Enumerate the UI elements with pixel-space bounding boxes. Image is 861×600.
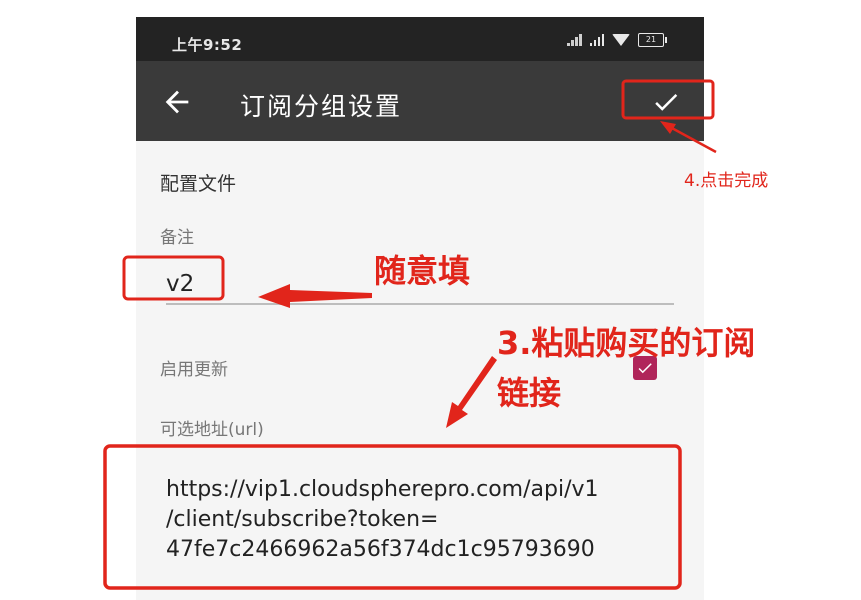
annotation-fill-any: 随意填: [374, 252, 471, 290]
phone-screen: 上午9:52 21 订阅分组设置 配置文件 备注 v2 启用更新 可选地址(ur…: [136, 17, 704, 600]
wifi-icon: [612, 34, 630, 46]
battery-icon: 21: [638, 33, 667, 47]
section-title: 配置文件: [160, 173, 237, 195]
remark-label: 备注: [160, 228, 194, 248]
status-icons: 21: [567, 32, 667, 48]
status-bar: 上午9:52 21: [136, 17, 704, 61]
signal-icon: [589, 34, 604, 46]
app-toolbar: 订阅分组设置: [136, 61, 704, 141]
page-title: 订阅分组设置: [240, 92, 403, 121]
status-time: 上午9:52: [172, 36, 243, 54]
check-icon[interactable]: [651, 87, 681, 117]
annotation-step4: 4.点击完成: [684, 171, 769, 191]
enable-update-label: 启用更新: [160, 360, 228, 380]
battery-level: 21: [645, 35, 657, 44]
url-input[interactable]: https://vip1.cloudspherepro.com/api/v1 /…: [166, 475, 656, 565]
url-label: 可选地址(url): [160, 420, 264, 440]
remark-input[interactable]: v2: [166, 271, 194, 297]
annotation-step3: 3.粘贴购买的订阅 链接: [497, 324, 756, 412]
back-arrow-icon[interactable]: [160, 85, 194, 119]
signal-icon: [567, 34, 582, 46]
remark-input-underline: [166, 303, 674, 305]
